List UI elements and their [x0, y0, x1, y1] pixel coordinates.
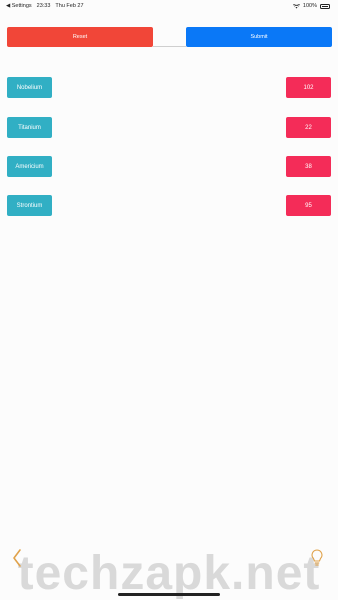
- status-time: 23:33: [36, 3, 51, 9]
- number-tile[interactable]: 95: [286, 195, 331, 216]
- number-tile[interactable]: 38: [286, 156, 331, 177]
- element-tile[interactable]: Titanium: [7, 117, 52, 138]
- element-tile[interactable]: Strontium: [7, 195, 52, 216]
- home-indicator: [118, 593, 220, 596]
- reset-button[interactable]: Reset: [7, 27, 153, 47]
- battery-percent: 100%: [302, 3, 317, 9]
- status-right: 100%: [292, 3, 330, 9]
- lightbulb-icon[interactable]: [310, 548, 324, 568]
- chevron-left-icon[interactable]: [10, 548, 24, 568]
- element-tile[interactable]: Nobelium: [7, 77, 52, 98]
- number-tile[interactable]: 22: [286, 117, 331, 138]
- number-tile[interactable]: 102: [286, 77, 331, 98]
- wifi-icon: [292, 3, 300, 8]
- back-to-app-link[interactable]: ◀ Settings: [6, 3, 32, 9]
- element-tile[interactable]: Americium: [7, 156, 52, 177]
- battery-icon: [320, 3, 330, 9]
- divider-line: [153, 46, 186, 47]
- status-left: ◀ Settings 23:33 Thu Feb 27: [6, 3, 84, 9]
- status-bar: ◀ Settings 23:33 Thu Feb 27 100%: [0, 0, 338, 12]
- status-date: Thu Feb 27: [55, 3, 84, 9]
- submit-button[interactable]: Submit: [186, 27, 332, 47]
